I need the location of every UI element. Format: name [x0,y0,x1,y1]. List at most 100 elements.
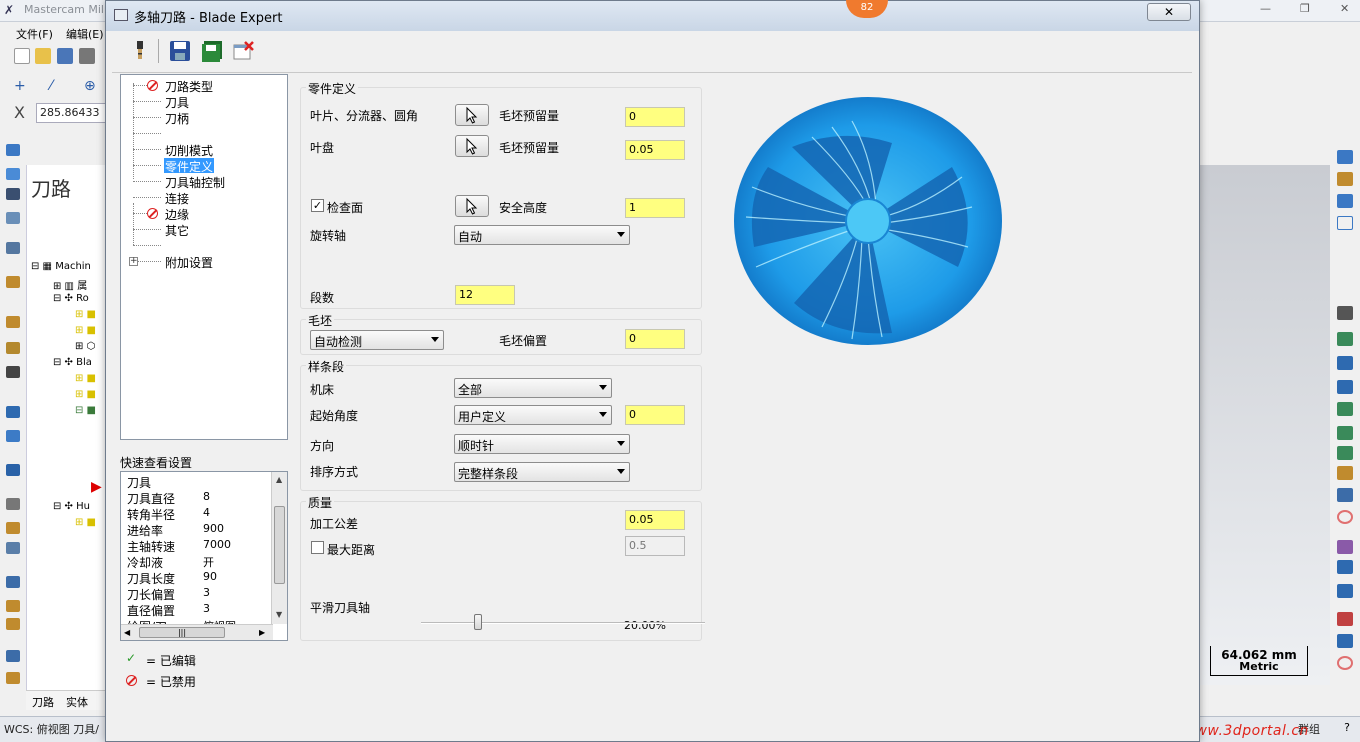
max-distance-checkbox[interactable] [311,541,324,554]
left-tool-icon[interactable] [6,242,20,254]
left-tool-icon[interactable] [6,672,20,684]
folder-icon[interactable]: ⊞ ■ [75,373,96,387]
right-tool-icon[interactable] [1337,194,1353,208]
left-tool-icon[interactable] [6,366,20,378]
right-tool-icon[interactable] [1337,634,1353,648]
help-icon[interactable]: ? [1344,721,1350,734]
horizontal-scrollbar[interactable]: ◀ ||| ▶ [121,624,273,640]
left-tool-icon[interactable] [6,188,20,200]
left-tool-icon[interactable] [6,212,20,224]
stock2-input[interactable]: 0.05 [625,140,685,160]
right-tool-icon[interactable] [1337,584,1353,598]
left-tool-icon[interactable] [6,276,20,288]
right-tool-icon[interactable] [1337,426,1353,440]
right-tool-icon[interactable] [1337,402,1353,416]
left-tool-icon[interactable] [6,542,20,554]
start-angle-mode-select[interactable]: 用户定义 [454,405,612,425]
quick-view-list[interactable]: 刀具 刀具直径 8 转角半径 4 进给率 900 主轴转速 7000 冷却液 开 刀具长度… [120,471,288,641]
smooth-axis-slider[interactable] [473,614,482,630]
save-icon[interactable] [168,39,192,63]
right-tool-icon[interactable] [1337,612,1353,626]
stock-mode-select[interactable]: 自动检测 [310,330,444,350]
stock1-input[interactable]: 0 [625,107,685,127]
max-distance-input[interactable]: 0.5 [625,536,685,556]
stock-offset-input[interactable]: 0 [625,329,685,349]
scroll-thumb[interactable]: ||| [139,627,225,638]
machine-select[interactable]: 全部 [454,378,612,398]
scroll-up-icon[interactable]: ▲ [276,475,282,484]
left-tool-icon[interactable] [6,522,20,534]
start-angle-input[interactable]: 0 [625,405,685,425]
left-tool-icon[interactable] [6,618,20,630]
rotary-axis-select[interactable]: 自动 [454,225,630,245]
folder-icon[interactable]: ⊞ ■ [75,309,96,323]
select-check-button[interactable] [455,195,489,217]
folder-icon[interactable]: ⊞ ■ [75,325,96,339]
vertical-scrollbar[interactable]: ▲ ▼ [271,472,287,624]
segments-input[interactable]: 12 [455,285,515,305]
x-coord-input[interactable]: 285.86433 [36,103,106,123]
select-blade-button[interactable] [455,104,489,126]
right-tool-icon[interactable] [1337,150,1353,164]
right-tool-icon[interactable] [1337,466,1353,480]
folder-icon[interactable]: ⊞ ■ [75,517,96,531]
dialog-close-button[interactable]: ✕ [1147,3,1191,21]
tree-item-props[interactable]: ⊞ ▥ 属 [53,277,87,292]
tree-item-edges[interactable]: 边缘 [165,206,189,222]
select-hub-button[interactable] [455,135,489,157]
menu-edit[interactable]: 编辑(E) [66,26,104,42]
open-file-icon[interactable] [35,48,51,64]
left-tool-icon[interactable] [6,498,20,510]
print-icon[interactable] [79,48,95,64]
right-tool-icon[interactable] [1337,306,1353,320]
circle-icon[interactable]: ⊕ [84,78,100,94]
plus-icon[interactable]: + [14,78,30,94]
tolerance-input[interactable]: 0.05 [625,510,685,530]
check-surface-checkbox[interactable]: ✓ [311,199,324,212]
right-tool-icon[interactable] [1337,510,1353,524]
line-icon[interactable]: ⁄ [50,78,66,94]
left-tool-icon[interactable] [6,650,20,662]
right-tool-icon[interactable] [1337,656,1353,670]
new-file-icon[interactable] [14,48,30,64]
right-tool-icon[interactable] [1337,446,1353,460]
tree-item-op[interactable]: ⊟ ■ [75,405,96,419]
tree-item-toolpath-type[interactable]: 刀路类型 [165,78,213,94]
right-tool-icon[interactable] [1337,560,1353,574]
tab-toolpaths[interactable]: 刀路 [32,694,54,710]
right-tool-icon[interactable] [1337,540,1353,554]
gear-icon[interactable] [1337,172,1353,186]
tree-item-misc[interactable]: 其它 [165,222,189,238]
scroll-thumb[interactable] [274,506,285,584]
save-all-icon[interactable] [200,39,224,63]
tab-solids[interactable]: 实体 [66,694,88,710]
right-tool-icon[interactable] [1337,332,1353,346]
tree-item-group[interactable]: ⊟ ✣ Ro [53,293,89,307]
restore-icon[interactable]: ❐ [1300,2,1310,15]
tree-item-group[interactable]: ⊟ ✣ Bla [53,357,92,371]
tree-item-machine[interactable]: ⊟ ▦ Machin [31,261,91,275]
tree-item-linking[interactable]: 连接 [165,190,189,206]
left-tool-icon[interactable] [6,576,20,588]
save-file-icon[interactable] [57,48,73,64]
left-tool-icon[interactable] [6,144,20,156]
right-tool-icon[interactable] [1337,488,1353,502]
tree-item-additional-settings[interactable]: 附加设置 [165,254,213,270]
left-tool-icon[interactable] [6,464,20,476]
tree-item-op[interactable]: ⊞ ⬡ [75,341,95,355]
expand-icon[interactable]: + [129,257,138,266]
scroll-left-icon[interactable]: ◀ [124,628,130,637]
delete-icon[interactable] [232,39,256,63]
tree-item-cut-pattern[interactable]: 切削模式 [165,142,213,158]
menu-file[interactable]: 文件(F) [16,26,53,42]
folder-icon[interactable]: ⊞ ■ [75,389,96,403]
tool-icon[interactable] [128,39,152,63]
tree-item-holder[interactable]: 刀柄 [165,110,189,126]
left-tool-icon[interactable] [6,168,20,180]
scroll-down-icon[interactable]: ▼ [276,610,282,619]
left-tool-icon[interactable] [6,342,20,354]
right-tool-icon[interactable] [1337,216,1353,230]
tree-item-tool-axis-control[interactable]: 刀具轴控制 [165,174,225,190]
right-tool-icon[interactable] [1337,380,1353,394]
close-main-icon[interactable]: ✕ [1340,2,1349,15]
